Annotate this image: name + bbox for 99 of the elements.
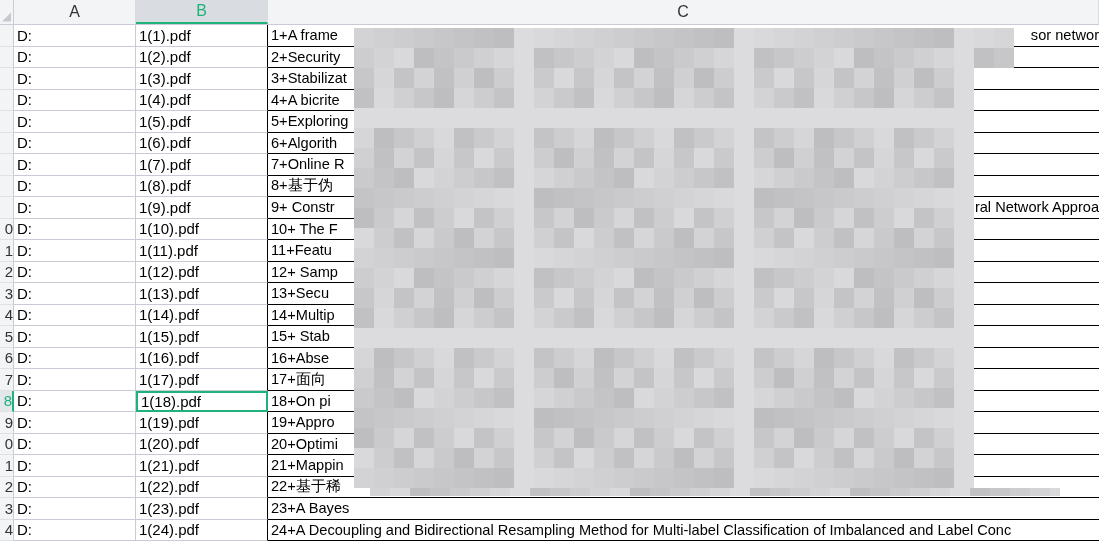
select-all-icon[interactable] bbox=[2, 12, 11, 22]
table-cell: D: bbox=[14, 111, 136, 133]
table-cell[interactable]: 1(19).pdf bbox=[136, 412, 268, 434]
table-cell: 24+A Decoupling and Bidirectional Resampling Method for Multi-label Classification of Imbalanced and Label Conc bbox=[271, 521, 1012, 538]
table-cell[interactable]: 1(8).pdf bbox=[136, 175, 268, 197]
table-cell: D: bbox=[14, 476, 136, 498]
row-header[interactable]: 0 bbox=[0, 433, 14, 455]
table-cell: 18+On pi bbox=[271, 392, 331, 409]
table-cell: 19+Appro bbox=[271, 414, 335, 431]
table-cell[interactable]: 1(2).pdf bbox=[136, 46, 268, 68]
table-cell: D: bbox=[14, 304, 136, 326]
table-cell[interactable]: 1(16).pdf bbox=[136, 347, 268, 369]
row-header[interactable]: 3 bbox=[0, 498, 14, 520]
table-cell: 17+面向 bbox=[271, 369, 326, 389]
table-cell: D: bbox=[14, 240, 136, 262]
row-header[interactable] bbox=[0, 46, 14, 68]
table-cell: D: bbox=[14, 498, 136, 520]
table-cell: 8+基于伪 bbox=[271, 176, 333, 196]
table-cell: D: bbox=[14, 132, 136, 154]
table-cell: 21+Mappin bbox=[271, 457, 344, 474]
table-cell: 6+Algorith bbox=[271, 134, 338, 151]
table-cell[interactable]: 1(14).pdf bbox=[136, 304, 268, 326]
table-cell: D: bbox=[14, 283, 136, 305]
row-header[interactable] bbox=[0, 111, 14, 133]
table-cell[interactable]: 1(17).pdf bbox=[136, 369, 268, 391]
row-header[interactable] bbox=[0, 154, 14, 176]
table-cell: 15+ Stab bbox=[271, 328, 330, 345]
table-cell: D: bbox=[14, 89, 136, 111]
table-cell[interactable]: 1(1).pdf bbox=[136, 25, 268, 47]
row-header[interactable]: 1 bbox=[0, 240, 14, 262]
row-header[interactable]: 5 bbox=[0, 326, 14, 348]
table-cell: D: bbox=[14, 347, 136, 369]
table-cell[interactable]: 1(15).pdf bbox=[136, 326, 268, 348]
row-header[interactable]: 3 bbox=[0, 283, 14, 305]
table-cell[interactable]: 1(24).pdf bbox=[136, 519, 268, 541]
table-cell: D: bbox=[14, 326, 136, 348]
row-header[interactable] bbox=[0, 175, 14, 197]
table-cell[interactable]: 1(12).pdf bbox=[136, 261, 268, 283]
table-cell[interactable]: 1(18).pdf bbox=[136, 390, 268, 412]
table-cell[interactable]: 1(4).pdf bbox=[136, 89, 268, 111]
row-header[interactable]: 0 bbox=[0, 218, 14, 240]
table-cell: 12+ Samp bbox=[271, 263, 338, 280]
table-cell: D: bbox=[14, 25, 136, 47]
table-cell: 3+Stabilizat bbox=[271, 70, 347, 87]
table-cell: D: bbox=[14, 519, 136, 541]
table-cell: ral Network Approa bbox=[974, 199, 1099, 216]
table-cell: D: bbox=[14, 390, 136, 412]
row-header[interactable] bbox=[0, 197, 14, 219]
table-cell: D: bbox=[14, 412, 136, 434]
row-header[interactable] bbox=[0, 132, 14, 154]
table-cell[interactable]: 1(23).pdf bbox=[136, 498, 268, 520]
table-cell: 11+Featu bbox=[271, 242, 332, 259]
table-cell: 13+Secu bbox=[271, 285, 330, 302]
table-cell: 14+Multip bbox=[271, 306, 335, 323]
row-header[interactable]: 6 bbox=[0, 347, 14, 369]
table-cell[interactable]: 1(20).pdf bbox=[136, 433, 268, 455]
table-cell: 10+ The F bbox=[271, 220, 338, 237]
table-cell[interactable]: 1(21).pdf bbox=[136, 455, 268, 477]
row-header[interactable] bbox=[0, 25, 14, 47]
table-cell: D: bbox=[14, 218, 136, 240]
row-header[interactable]: 2 bbox=[0, 476, 14, 498]
table-cell: 4+A bicrite bbox=[271, 91, 340, 108]
table-cell: 22+基于稀 bbox=[271, 477, 341, 497]
table-cell: D: bbox=[14, 261, 136, 283]
table-cell: sor networ bbox=[1030, 27, 1099, 44]
row-header[interactable]: 4 bbox=[0, 304, 14, 326]
table-cell[interactable]: 1(6).pdf bbox=[136, 132, 268, 154]
table-cell: D: bbox=[14, 68, 136, 90]
table-cell[interactable]: 1(7).pdf bbox=[136, 154, 268, 176]
row-header[interactable]: 7 bbox=[0, 369, 14, 391]
row-header[interactable] bbox=[0, 68, 14, 90]
table-cell: 2+Security bbox=[271, 48, 341, 65]
table-cell: D: bbox=[14, 455, 136, 477]
table-cell: 9+ Constr bbox=[271, 199, 335, 216]
table-cell: D: bbox=[14, 433, 136, 455]
table-cell: 20+Optimi bbox=[271, 435, 338, 452]
table-cell[interactable]: 1(5).pdf bbox=[136, 111, 268, 133]
row-header[interactable]: 2 bbox=[0, 261, 14, 283]
table-cell: 5+Exploring bbox=[271, 113, 349, 130]
row-header[interactable] bbox=[0, 89, 14, 111]
row-header[interactable]: 9 bbox=[0, 412, 14, 434]
table-cell: D: bbox=[14, 46, 136, 68]
column-header[interactable]: C bbox=[268, 0, 1099, 24]
table-cell: D: bbox=[14, 197, 136, 219]
table-cell[interactable]: 1(9).pdf bbox=[136, 197, 268, 219]
table-cell[interactable]: 1(3).pdf bbox=[136, 68, 268, 90]
table-cell[interactable]: 1(11).pdf bbox=[136, 240, 268, 262]
table-cell[interactable]: 1(22).pdf bbox=[136, 476, 268, 498]
table-cell: D: bbox=[14, 369, 136, 391]
row-header[interactable]: 4 bbox=[0, 519, 14, 541]
table-cell: D: bbox=[14, 154, 136, 176]
table-cell[interactable]: 1(10).pdf bbox=[136, 218, 268, 240]
row-header[interactable]: 1 bbox=[0, 455, 14, 477]
table-cell: D: bbox=[14, 175, 136, 197]
table-cell: 23+A Bayes bbox=[271, 500, 350, 517]
table-cell: 1+A frame bbox=[271, 27, 338, 44]
table-cell: 7+Online R bbox=[271, 156, 345, 173]
table-cell[interactable]: 1(13).pdf bbox=[136, 283, 268, 305]
table-cell: 16+Abse bbox=[271, 349, 330, 366]
